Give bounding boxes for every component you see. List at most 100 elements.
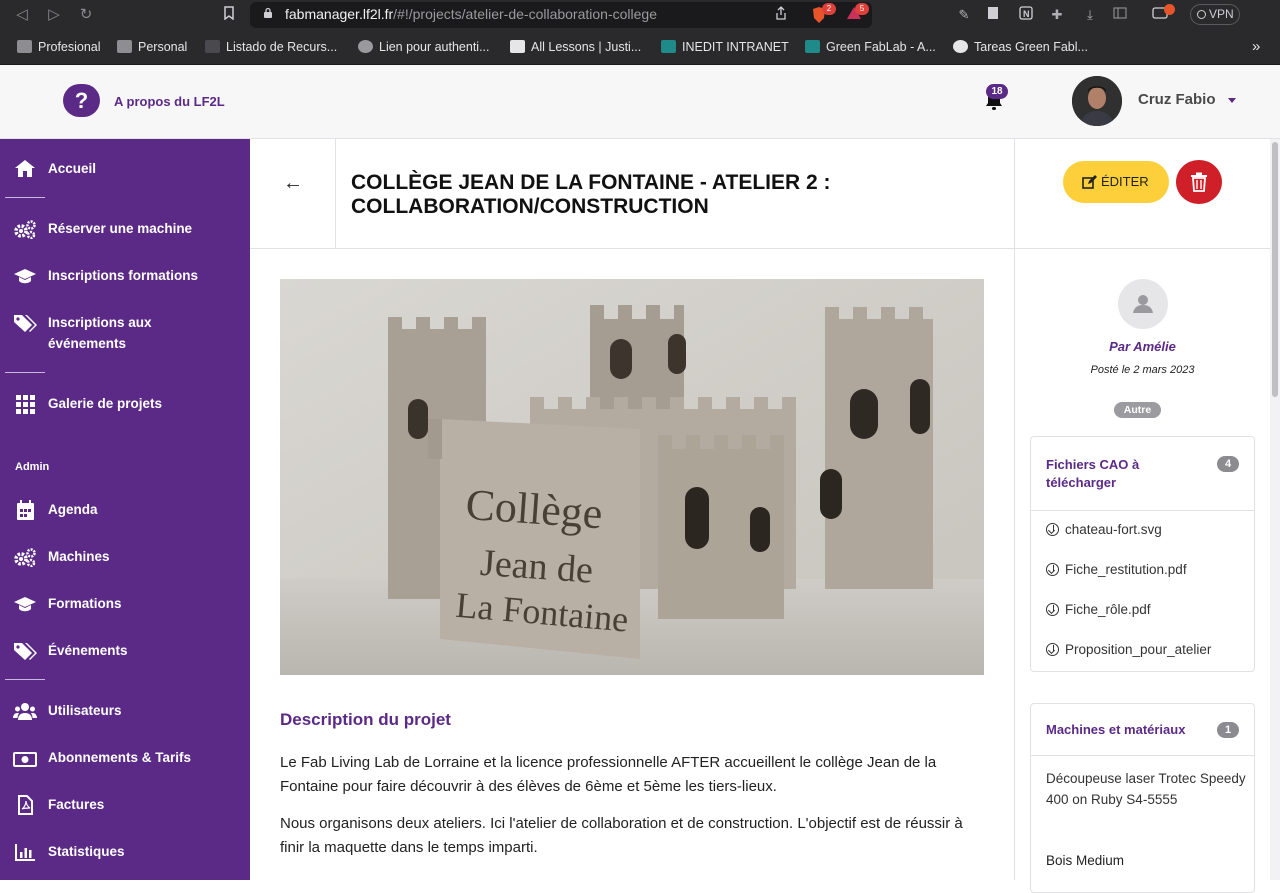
caret-down-icon[interactable] [1228, 98, 1236, 103]
shield-count-badge: 2 [822, 3, 836, 15]
users-icon [13, 703, 37, 720]
sharepoint-favicon [661, 40, 676, 53]
cao-files-panel: Fichiers CAO à télécharger 4 chateau-for… [1030, 436, 1255, 672]
file-link[interactable]: Proposition_pour_atelier [1046, 642, 1246, 657]
vpn-globe-icon [1197, 10, 1206, 19]
reload-icon[interactable]: ↻ [76, 5, 96, 25]
lock-icon [259, 6, 277, 24]
home-icon [15, 160, 35, 177]
file-link[interactable]: Fiche_restitution.pdf [1046, 562, 1246, 577]
vpn-button[interactable]: VPN [1190, 4, 1240, 25]
forward-icon[interactable]: ▷ [44, 5, 64, 25]
trash-icon [1191, 172, 1207, 192]
user-placeholder-icon [1133, 295, 1153, 313]
machine-item[interactable]: Découpeuse laser Trotec Speedy 400 on Ru… [1046, 768, 1246, 810]
svg-text:N: N [1023, 9, 1030, 19]
help-icon[interactable]: ? [63, 84, 100, 117]
share-icon[interactable] [772, 6, 790, 24]
page-title: COLLÈGE JEAN DE LA FONTAINE - ATELIER 2 … [351, 171, 831, 218]
folder-icon [117, 40, 132, 53]
cao-files-count: 4 [1217, 456, 1239, 472]
sidebar-item-abonnements[interactable]: Abonnements & Tarifs [0, 747, 250, 769]
sidebar-item-formations[interactable]: Formations [0, 593, 250, 615]
bookmark-item[interactable]: INEDIT INTRANET [661, 38, 789, 56]
bookmark-favicon [205, 40, 220, 53]
url-text[interactable]: fabmanager.lf2l.fr/#!/projects/atelier-d… [285, 6, 657, 22]
edit-button[interactable]: ÉDITER [1063, 161, 1169, 203]
bookmark-item[interactable]: Listado de Recurs... [205, 38, 337, 56]
sidebar-item-inscriptions-formations[interactable]: Inscriptions formations [0, 265, 250, 287]
machines-count: 1 [1217, 722, 1239, 738]
back-icon[interactable]: ◁ [12, 5, 32, 25]
bookmark-favicon [510, 40, 525, 53]
download-icon [1046, 643, 1059, 656]
user-name[interactable]: Cruz Fabio [1138, 91, 1216, 108]
bookmark-item[interactable]: Green FabLab - A... [805, 38, 936, 56]
edit-icon [1082, 175, 1097, 189]
sidebar-divider [5, 197, 45, 198]
bookmark-folder[interactable]: Personal [117, 38, 187, 56]
download-icon [1046, 563, 1059, 576]
more-bookmarks-button[interactable]: » [1252, 38, 1260, 56]
puzzle-extension-icon[interactable]: ✚ [1048, 6, 1066, 24]
about-link[interactable]: A propos du LF2L [114, 94, 225, 109]
download-icon [1046, 603, 1059, 616]
sidebar-toggle-icon[interactable] [1111, 6, 1129, 24]
author-name[interactable]: Par Amélie [1015, 339, 1270, 354]
sidebar-divider [5, 372, 45, 373]
sidebar-item-galerie[interactable]: Galerie de projets [0, 393, 250, 415]
material-item: Bois Medium [1046, 853, 1125, 868]
posted-date: Posté le 2 mars 2023 [1090, 364, 1195, 376]
sidebar-item-accueil[interactable]: Accueil [0, 158, 250, 180]
sharepoint-favicon [805, 40, 820, 53]
image-text-line-2: Jean de [479, 542, 595, 592]
machines-header: Machines et matériaux 1 [1031, 704, 1254, 756]
sidebar-item-machines[interactable]: Machines [0, 546, 250, 568]
theme-badge: Autre [1114, 402, 1161, 418]
file-link[interactable]: Fiche_rôle.pdf [1046, 602, 1246, 617]
rewards-count-badge: 5 [855, 3, 869, 15]
description-paragraph: Nous organisons deux ateliers. Ici l'ate… [280, 815, 963, 856]
document-extension-icon[interactable] [984, 6, 1002, 24]
avatar[interactable] [1072, 76, 1122, 126]
delete-button[interactable] [1176, 160, 1222, 204]
sidebar-item-inscriptions-evenements[interactable]: Inscriptions aux événements [0, 312, 250, 354]
file-pdf-icon [18, 795, 33, 815]
bookmark-favicon [953, 40, 968, 53]
sidebar-item-statistiques[interactable]: Statistiques [0, 841, 250, 863]
money-icon [13, 752, 37, 767]
graduation-cap-icon [14, 597, 36, 612]
download-icon[interactable]: ⤓ [1081, 6, 1099, 24]
scrollbar-thumb[interactable] [1272, 142, 1278, 397]
wallet-alert-dot [1164, 4, 1175, 15]
bookmark-item[interactable]: All Lessons | Justi... [510, 38, 641, 56]
back-arrow-icon[interactable]: ← [283, 172, 303, 195]
file-link[interactable]: chateau-fort.svg [1046, 522, 1246, 537]
bookmark-item[interactable]: Lien pour authenti... [358, 38, 490, 56]
image-text-line-1: Collège [464, 480, 604, 538]
notion-extension-icon[interactable]: N [1017, 6, 1035, 24]
sidebar-item-evenements[interactable]: Événements [0, 640, 250, 662]
project-image: Collège Jean de La Fontaine [280, 279, 984, 675]
sidebar-item-factures[interactable]: Factures [0, 794, 250, 816]
sidebar-item-reserver[interactable]: Réserver une machine [0, 218, 250, 240]
sidebar-divider [5, 679, 45, 680]
tags-icon [14, 315, 37, 332]
bookmark-page-icon[interactable] [220, 6, 238, 24]
admin-section-label: Admin [15, 461, 50, 473]
globe-favicon [358, 40, 373, 53]
cao-files-header: Fichiers CAO à télécharger 4 [1031, 437, 1254, 511]
description-paragraph: Le Fab Living Lab de Lorraine et la lice… [280, 754, 937, 795]
sidebar-item-agenda[interactable]: Agenda [0, 499, 250, 521]
sidebar-item-utilisateurs[interactable]: Utilisateurs [0, 700, 250, 722]
machines-panel: Machines et matériaux 1 Découpeuse laser… [1030, 703, 1255, 893]
bookmark-folder[interactable]: Profesional [17, 38, 101, 56]
bookmark-item[interactable]: Tareas Green Fabl... [953, 38, 1088, 56]
gears-icon [14, 548, 36, 567]
pen-extension-icon[interactable]: ✎ [955, 6, 973, 24]
gears-icon [14, 220, 36, 239]
author-avatar [1118, 279, 1168, 329]
cao-files-title: Fichiers CAO à télécharger [1046, 457, 1140, 490]
notifications-count-badge: 18 [986, 84, 1008, 99]
description-title: Description du projet [280, 710, 451, 729]
